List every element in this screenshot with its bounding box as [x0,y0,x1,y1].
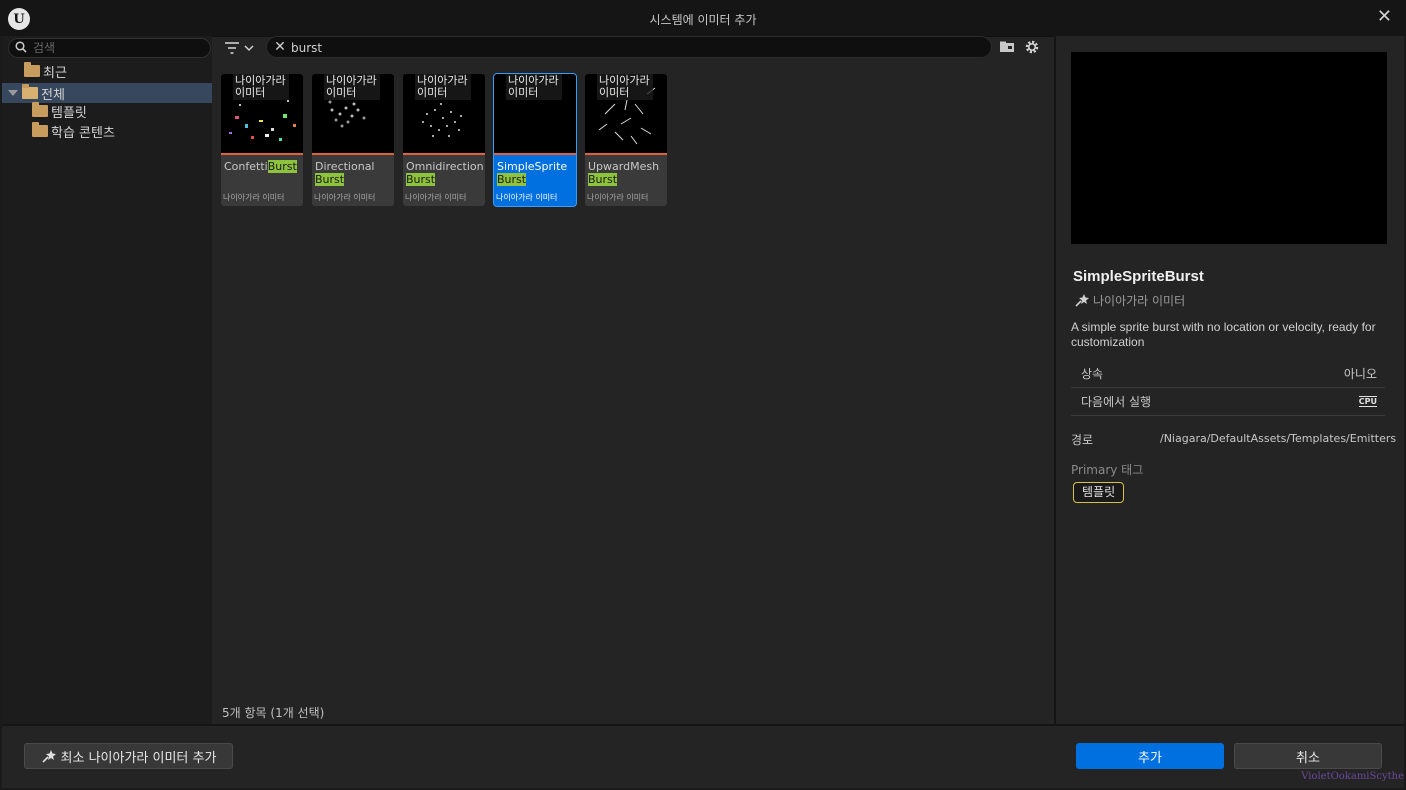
asset-search-input[interactable] [291,39,971,56]
inherit-label: 상속 [1081,367,1104,381]
primary-tag-label: Primary 태그 [1071,463,1144,477]
clear-search-icon[interactable]: ✕ [273,40,287,54]
selected-asset-description: A simple sprite burst with no location o… [1071,320,1376,349]
search-highlight: Burst [497,173,527,186]
add-minimal-emitter-button[interactable]: 최소 나이아가라 이미터 추가 [24,743,233,769]
caret-down-icon[interactable] [8,90,18,96]
filter-icon [225,42,239,54]
tree-search-input[interactable] [33,40,203,56]
tree-item-label: 템플릿 [51,105,87,121]
tree-item-all[interactable]: 전체 [2,83,212,103]
asset-type-label: 나이아가라 이미터 [223,193,285,202]
asset-tile-simplesprite-burst[interactable]: 나이아가라 이미터 SimpleSprite Burst 나이아가라 이미터 [493,73,577,207]
asset-preview [1071,52,1387,244]
folder-icon [32,122,48,137]
search-highlight: Burst [588,173,618,186]
cpu-icon: CPU [1358,396,1377,407]
asset-search[interactable]: ✕ [266,36,992,58]
asset-tile-confetti-burst[interactable]: 나이아가라 이미터 ConfettiBurst 나이아가라 이미터 [221,74,303,206]
thumbnail-overlay-label: 나이아가라 이미터 [597,74,653,100]
add-minimal-emitter-label: 최소 나이아가라 이미터 추가 [60,750,217,766]
run-on-row: 다음에서 실행 CPU [1071,388,1385,416]
add-button[interactable]: 추가 [1076,743,1224,769]
tree-item-templates[interactable]: 템플릿 [2,101,212,121]
asset-tile-directional-burst[interactable]: 나이아가라 이미터 Directional Burst 나이아가라 이미터 [312,74,394,206]
asset-type-color-bar [221,153,303,155]
asset-type-color-bar [585,153,667,155]
path-value: /Niagara/DefaultAssets/Templates/Emitter… [1160,432,1397,445]
tree-search[interactable] [8,38,211,58]
chevron-down-icon [244,45,254,52]
tree-item-label: 학습 콘텐츠 [51,125,115,141]
asset-type-color-bar [494,153,576,155]
niagara-emitter-icon [1075,294,1089,307]
inherit-row: 상속 아니오 [1071,360,1385,388]
template-tag-badge[interactable]: 템플릿 [1073,482,1125,503]
thumbnail-overlay-label: 나이아가라 이미터 [415,74,471,100]
asset-tile-upwardmesh-burst[interactable]: 나이아가라 이미터 UpwardMesh Burst 나이아가라 이미터 [585,74,667,206]
search-highlight: Burst [267,160,297,173]
asset-name: OmnidirectionalBurst [406,160,484,186]
run-on-label: 다음에서 실행 [1081,395,1152,409]
asset-grid: 나이아가라 이미터 ConfettiBurst 나이아가라 이미터 나이아가라 … [214,62,1052,724]
folder-tree-panel: 최근 전체 템플릿 학습 콘텐츠 [2,36,212,724]
title-bar: U 시스템에 이미터 추가 ✕ [0,0,1406,36]
asset-name: SimpleSprite Burst [497,160,568,186]
cancel-button[interactable]: 취소 [1234,743,1382,769]
inherit-value: 아니오 [1343,367,1377,381]
window-title: 시스템에 이미터 추가 [649,13,757,27]
selected-asset-type: 나이아가라 이미터 [1093,294,1186,308]
thumbnail-overlay-label: 나이아가라 이미터 [506,74,562,100]
tree-item-learning-content[interactable]: 학습 콘텐츠 [2,121,212,141]
asset-name: UpwardMesh Burst [588,160,660,186]
folder-open-icon [22,84,38,99]
asset-type-label: 나이아가라 이미터 [587,193,649,202]
search-highlight: Burst [315,173,345,186]
folder-view-icon[interactable] [999,39,1015,55]
path-label: 경로 [1071,433,1094,447]
search-highlight: Burst [406,173,436,186]
asset-type-color-bar [312,153,394,155]
asset-type-label: 나이아가라 이미터 [496,193,558,202]
thumbnail-overlay-label: 나이아가라 이미터 [233,74,289,100]
asset-name: ConfettiBurst [224,160,297,173]
asset-type-color-bar [403,153,485,155]
settings-gear-icon[interactable] [1024,39,1040,55]
asset-tile-omnidirectional-burst[interactable]: 나이아가라 이미터 OmnidirectionalBurst 나이아가라 이미터 [403,74,485,206]
thumbnail-overlay-label: 나이아가라 이미터 [324,74,380,100]
selected-asset-title: SimpleSpriteBurst [1073,268,1204,285]
folder-icon [32,102,48,117]
filter-button[interactable] [224,40,260,56]
niagara-emitter-icon [41,750,56,763]
folder-icon [24,62,40,77]
asset-type-label: 나이아가라 이미터 [314,193,376,202]
tree-item-label: 최근 [43,65,67,81]
close-icon[interactable]: ✕ [1377,6,1392,27]
asset-name: Directional Burst [315,160,375,186]
item-count-status: 5개 항목 (1개 선택) [222,706,325,720]
watermark-text: VioletOokamiScythe [1301,771,1404,782]
tree-item-label: 전체 [41,87,65,103]
tree-item-recent[interactable]: 최근 [2,61,212,81]
asset-type-label: 나이아가라 이미터 [405,193,467,202]
search-icon [15,41,27,53]
